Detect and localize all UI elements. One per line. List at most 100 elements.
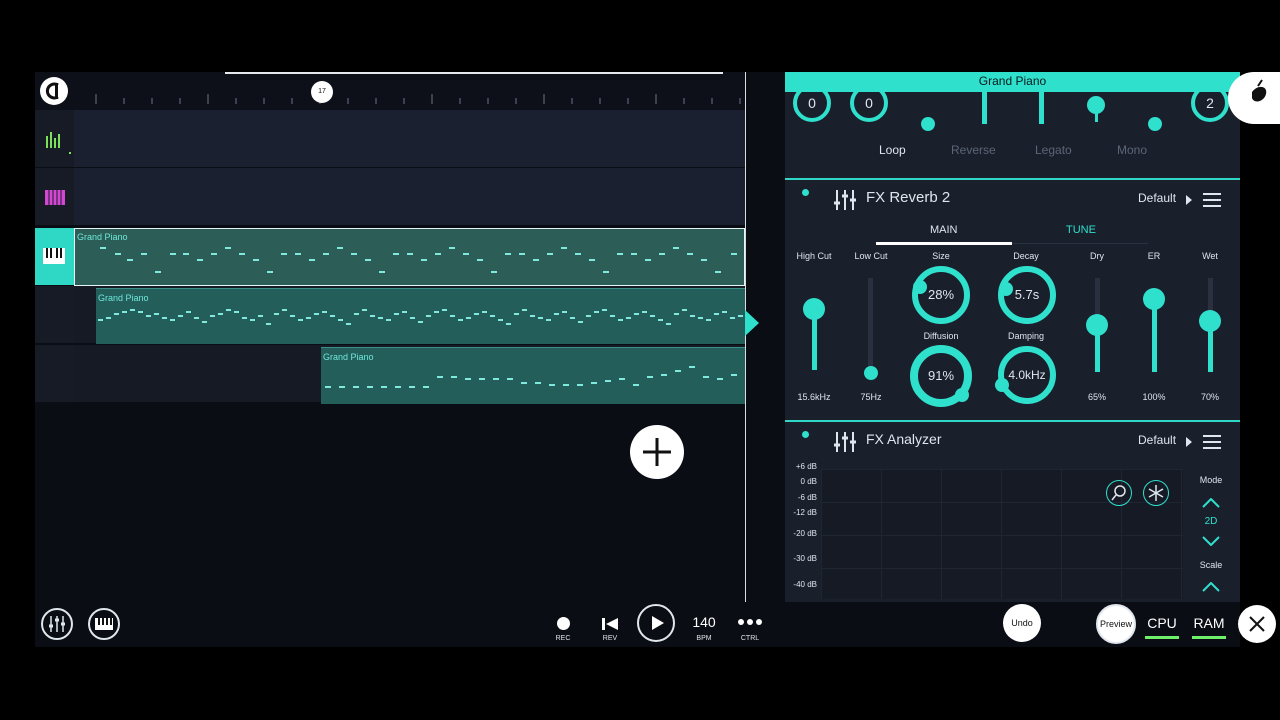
scroll-range[interactable]: [225, 72, 723, 74]
close-button[interactable]: [1238, 605, 1276, 643]
mode-value: 2D: [1204, 516, 1218, 527]
mono-toggle-dot[interactable]: [1148, 117, 1162, 131]
decay-knob-handle: [999, 282, 1013, 296]
playhead-line[interactable]: [745, 72, 746, 602]
low-cut-value: 75Hz: [860, 392, 882, 402]
low-cut-thumb[interactable]: [864, 366, 878, 380]
magnifier-icon: [1111, 485, 1126, 501]
tab-indicator: [876, 242, 1012, 245]
fl-studio-corner-button[interactable]: [1228, 72, 1280, 124]
er-label: ER: [1147, 251, 1161, 261]
power-led-icon[interactable]: [802, 189, 809, 196]
caret-right-icon[interactable]: [1185, 436, 1193, 448]
track-lane-2[interactable]: [74, 168, 745, 226]
loop-toggle-dot[interactable]: [921, 117, 935, 131]
db-label: -20 dB: [793, 529, 817, 538]
track-header-1[interactable]: [35, 110, 74, 168]
track-lane-4[interactable]: Grand Piano: [74, 286, 745, 344]
rewind-icon[interactable]: [601, 617, 619, 631]
damping-knob[interactable]: 4.0kHz: [998, 346, 1056, 404]
playlist: Grand Piano Grand Piano Grand Piano: [35, 110, 745, 404]
clip-notes: [325, 366, 737, 388]
track-lane-3[interactable]: Grand Piano: [74, 228, 745, 286]
piano-roll-button[interactable]: [88, 608, 120, 640]
bpm-value[interactable]: 140: [685, 614, 723, 630]
reverse-bar[interactable]: [982, 92, 987, 124]
scale-label: Scale: [1199, 560, 1223, 570]
size-knob[interactable]: 28%: [912, 266, 970, 324]
db-label: -40 dB: [793, 580, 817, 589]
er-thumb[interactable]: [1143, 288, 1165, 310]
play-button[interactable]: [637, 604, 675, 642]
channel-knob-3[interactable]: 2: [1191, 84, 1229, 122]
fruit-logo-icon: [1252, 79, 1267, 102]
chevron-up-icon[interactable]: [1202, 582, 1220, 592]
preset-selector[interactable]: Default: [1138, 433, 1176, 447]
track-header-4[interactable]: [35, 286, 74, 344]
bar-marker[interactable]: 17: [311, 81, 333, 103]
tab-rule: [1012, 243, 1148, 244]
tab-main[interactable]: MAIN: [930, 224, 958, 236]
zoom-button[interactable]: [1106, 480, 1132, 506]
more-dots-icon[interactable]: [737, 618, 763, 626]
dry-thumb[interactable]: [1086, 314, 1108, 336]
ram-label[interactable]: RAM: [1192, 615, 1226, 631]
clip-grand-piano-1[interactable]: Grand Piano: [74, 228, 745, 286]
reverse-label[interactable]: Reverse: [951, 143, 996, 157]
wet-value: 70%: [1200, 392, 1219, 402]
record-button[interactable]: [557, 617, 570, 630]
mixer-sliders-icon[interactable]: [834, 431, 856, 453]
menu-icon[interactable]: [1203, 193, 1221, 207]
diffusion-knob-handle: [955, 388, 969, 402]
cpu-label[interactable]: CPU: [1145, 615, 1179, 631]
legato-bar[interactable]: [1039, 92, 1044, 124]
channel-knob-2[interactable]: 0: [850, 84, 888, 122]
low-cut-slider[interactable]: [868, 278, 873, 370]
clip-notes: [98, 309, 743, 325]
preview-button[interactable]: Preview: [1096, 604, 1136, 644]
chevron-down-icon[interactable]: [1202, 536, 1220, 546]
undo-button[interactable]: Undo: [1003, 604, 1041, 642]
power-led-icon[interactable]: [802, 431, 809, 438]
panel-toggle-arrow-icon[interactable]: [745, 310, 759, 336]
tab-tune[interactable]: TUNE: [1066, 224, 1096, 236]
mixer-sliders-icon[interactable]: [834, 189, 856, 211]
db-label: +6 dB: [795, 462, 817, 471]
add-button[interactable]: [630, 425, 684, 479]
menu-icon[interactable]: [1203, 435, 1221, 449]
track-header-2[interactable]: [35, 168, 74, 226]
app-window: 17 Grand Piano Grand Piano Grand Piano G…: [35, 72, 1240, 647]
ruler-ticks: [95, 94, 741, 104]
wet-thumb[interactable]: [1199, 310, 1221, 332]
preset-selector[interactable]: Default: [1138, 191, 1176, 205]
mono-label[interactable]: Mono: [1117, 143, 1147, 157]
fx-reverb-panel: FX Reverb 2 Default MAIN TUNE High Cut 1…: [785, 178, 1240, 420]
track-header-3[interactable]: [35, 228, 74, 286]
wet-label: Wet: [1202, 251, 1218, 261]
high-cut-thumb[interactable]: [803, 298, 825, 320]
decay-label: Decay: [1013, 251, 1039, 261]
caret-right-icon[interactable]: [1185, 194, 1193, 206]
freeze-button[interactable]: [1143, 480, 1169, 506]
app-logo[interactable]: [40, 77, 68, 105]
snowflake-icon: [1148, 485, 1164, 501]
mixer-button[interactable]: [41, 608, 73, 640]
chevron-up-icon[interactable]: [1202, 498, 1220, 508]
legato-label[interactable]: Legato: [1035, 143, 1072, 157]
plus-icon: [643, 438, 671, 466]
loop-label[interactable]: Loop: [879, 143, 906, 157]
mixer-icon: [49, 616, 65, 632]
fx-reverb-title: FX Reverb 2: [866, 189, 951, 206]
track-lane-1[interactable]: [74, 110, 745, 168]
clip-grand-piano-2[interactable]: Grand Piano: [96, 288, 745, 344]
track-header-5[interactable]: [35, 345, 74, 403]
channel-knob-1[interactable]: 0: [793, 84, 831, 122]
timeline-ruler[interactable]: 17: [35, 72, 745, 110]
legato-knob-stem: [1095, 112, 1098, 122]
transport-bar: REC REV 140 BPM CTRL Undo Preview CPU RA…: [35, 602, 1240, 647]
track-lane-5[interactable]: Grand Piano: [74, 345, 745, 404]
bpm-label: BPM: [696, 635, 712, 642]
rec-label: REC: [555, 635, 571, 642]
play-icon: [652, 616, 664, 630]
clip-grand-piano-3[interactable]: Grand Piano: [321, 347, 745, 404]
